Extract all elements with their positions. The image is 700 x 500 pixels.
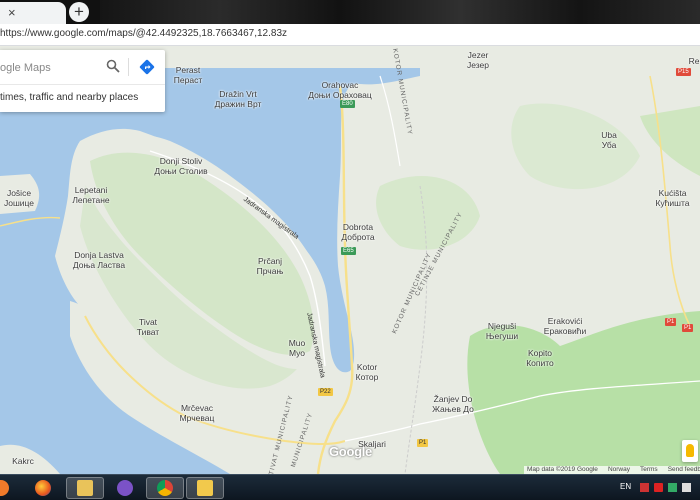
tab-strip-background xyxy=(100,0,700,24)
road-shield: P1 xyxy=(682,324,694,332)
place-label[interactable]: Perast Пераст xyxy=(168,65,208,85)
directions-icon[interactable] xyxy=(139,59,155,75)
language-indicator[interactable]: EN xyxy=(620,482,631,491)
separator xyxy=(128,58,129,76)
place-label[interactable]: Kotor Котор xyxy=(350,362,384,382)
browser-tab-strip: × + xyxy=(0,0,700,24)
tray-flag-icon[interactable] xyxy=(640,483,649,492)
windows-taskbar: EN xyxy=(0,474,700,500)
send-feedback-link[interactable]: Send feedback xyxy=(668,466,700,474)
place-label[interactable]: Kakrc xyxy=(8,456,38,466)
road-shield: E80 xyxy=(340,100,355,108)
place-label[interactable]: Žanjev Do Жањев До xyxy=(428,394,478,414)
divider xyxy=(0,84,165,85)
address-bar[interactable]: https://www.google.com/maps/@42.4492325,… xyxy=(0,24,700,46)
chrome-icon xyxy=(157,480,173,496)
place-label[interactable]: Njeguši Његуши xyxy=(480,321,524,341)
road-shield: P15 xyxy=(676,68,691,76)
close-tab-icon[interactable]: × xyxy=(8,6,16,20)
place-label[interactable]: Tivat Тиват xyxy=(128,317,168,337)
road-shield: P22 xyxy=(318,388,333,396)
media-player-icon xyxy=(0,480,9,496)
place-label[interactable]: Lepetani Лепетане xyxy=(64,185,118,205)
taskbar-mail-button[interactable] xyxy=(186,477,224,499)
terms-link[interactable]: Terms xyxy=(640,466,658,474)
place-label[interactable]: Mrčevac Мрчевац xyxy=(170,403,224,423)
tray-volume-icon[interactable] xyxy=(682,483,691,492)
place-label[interactable]: Dobrota Доброта xyxy=(336,222,380,242)
map-attribution: Map data ©2019 Google Norway Terms Send … xyxy=(524,466,700,474)
street-view-pegman-icon[interactable] xyxy=(682,440,698,462)
folder-icon xyxy=(77,480,93,496)
place-label[interactable]: Donja Lastva Доња Ластва xyxy=(67,250,131,270)
url-text[interactable]: https://www.google.com/maps/@42.4492325,… xyxy=(0,28,287,39)
search-hint[interactable]: times, traffic and nearby places xyxy=(0,92,138,103)
place-label[interactable]: Re xyxy=(688,56,700,66)
place-label[interactable]: Donji Stoliv Доњи Столив xyxy=(148,156,214,176)
screen: × + https://www.google.com/maps/@42.4492… xyxy=(0,0,700,500)
taskbar-explorer-button[interactable] xyxy=(66,477,104,499)
browser-tab[interactable]: × xyxy=(0,2,66,24)
road-shield: P1 xyxy=(665,318,677,326)
google-logo: Google xyxy=(329,444,372,459)
place-label[interactable]: Uba Уба xyxy=(594,130,624,150)
taskbar-firefox-button[interactable] xyxy=(24,477,62,499)
place-label[interactable]: Kopito Копито xyxy=(520,348,560,368)
place-label[interactable]: Kućišta Кућишта xyxy=(650,188,695,208)
new-tab-button[interactable]: + xyxy=(69,2,89,22)
attribution-region[interactable]: Norway xyxy=(608,466,630,474)
place-label[interactable]: Dražin Vrt Дражин Врт xyxy=(208,89,268,109)
place-label[interactable]: Jošice Јошице xyxy=(2,188,36,208)
tray-network-icon[interactable] xyxy=(668,483,677,492)
tray-antivirus-icon[interactable] xyxy=(654,483,663,492)
place-label[interactable]: Prčanj Прчањ xyxy=(250,256,290,276)
maps-search-panel: ogle Maps times, traffic and nearby plac… xyxy=(0,50,165,112)
place-label[interactable]: Erakovići Ераковићи xyxy=(540,316,590,336)
search-input[interactable]: ogle Maps xyxy=(0,62,51,74)
road-shield: E65 xyxy=(341,247,356,255)
place-label[interactable]: Jezer Језер xyxy=(458,50,498,70)
road-shield: P1 xyxy=(417,439,429,447)
taskbar-chrome-button[interactable] xyxy=(146,477,184,499)
firefox-icon xyxy=(35,480,51,496)
place-label[interactable]: Orahovac Доњи Ораховац xyxy=(300,80,380,100)
place-label[interactable]: Muo Муо xyxy=(282,338,312,358)
taskbar-app-button[interactable] xyxy=(0,477,20,499)
mail-icon xyxy=(197,480,213,496)
taskbar-viber-button[interactable] xyxy=(106,477,144,499)
viber-icon xyxy=(117,480,133,496)
search-icon[interactable] xyxy=(106,59,120,73)
attribution-text: Map data ©2019 Google xyxy=(527,466,598,473)
